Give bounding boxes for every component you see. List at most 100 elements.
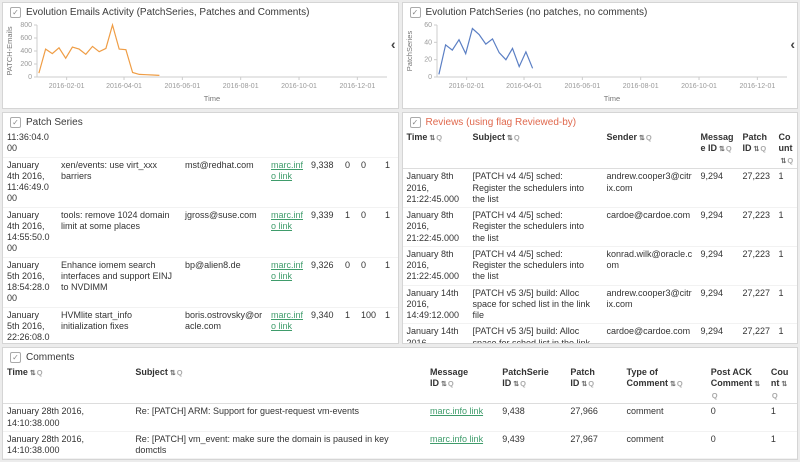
sort-icon[interactable]: ⇅ xyxy=(781,158,787,165)
cell-sender: bp@alien8.de xyxy=(181,257,267,307)
magnifier-icon[interactable]: Q xyxy=(177,368,183,377)
cell-num-a: 0 xyxy=(341,257,357,307)
sort-icon[interactable]: ⇅ xyxy=(719,146,725,153)
cell-patchserie-id: 9,439 xyxy=(498,431,566,459)
panel-comments: ✓ Comments Time⇅QSubject⇅QMessage ID⇅QPa… xyxy=(2,347,798,460)
cell-post-ack-comment: 0 xyxy=(707,459,767,460)
column-label: Post ACK Comment xyxy=(711,367,753,388)
marc-info-link[interactable]: marc.info link xyxy=(271,210,303,231)
cell-message-id xyxy=(267,130,307,157)
table-row: January 8th 2016, 21:22:45.000[PATCH v4 … xyxy=(403,208,798,247)
emails-activity-chart[interactable]: 02004006008002016-02-012016-04-012016-06… xyxy=(3,20,395,105)
sort-icon[interactable]: ⇅ xyxy=(781,381,787,388)
magnifier-icon[interactable]: Q xyxy=(712,391,718,400)
sort-icon[interactable]: ⇅ xyxy=(507,135,513,142)
table-row: January 14th 2016, 14:49:12.000[PATCH v5… xyxy=(403,324,798,344)
magnifier-icon[interactable]: Q xyxy=(520,379,526,388)
sort-icon[interactable]: ⇅ xyxy=(513,381,519,388)
marc-info-link[interactable]: marc.info link xyxy=(271,160,303,181)
marc-info-link[interactable]: marc.info link xyxy=(430,406,483,416)
sort-icon[interactable]: ⇅ xyxy=(754,146,760,153)
column-header-time[interactable]: Time⇅Q xyxy=(3,365,131,404)
marc-info-link[interactable]: marc.info link xyxy=(271,310,303,331)
table-row: January 4th 2016, 11:46:49.000xen/events… xyxy=(3,157,398,207)
column-header-sender[interactable]: Sender⇅Q xyxy=(603,130,697,169)
magnifier-icon[interactable]: Q xyxy=(726,144,732,153)
cell-subject: [PATCH v4 4/5] sched: Register the sched… xyxy=(469,208,603,247)
cell-count: 1 xyxy=(775,246,798,285)
check-icon: ✓ xyxy=(410,7,421,18)
svg-text:2016-06-01: 2016-06-01 xyxy=(164,83,200,90)
column-header-time[interactable]: Time⇅Q xyxy=(403,130,469,169)
magnifier-icon[interactable]: Q xyxy=(37,368,43,377)
table-header-row: Time⇅QSubject⇅QSender⇅QMessage ID⇅QPatch… xyxy=(403,130,798,169)
magnifier-icon[interactable]: Q xyxy=(514,133,520,142)
top-row: ✓ Evolution Emails Activity (PatchSeries… xyxy=(2,2,798,109)
svg-text:400: 400 xyxy=(20,48,32,55)
column-header-count[interactable]: Count⇅Q xyxy=(767,365,797,404)
column-header-patch-id[interactable]: Patch ID⇅Q xyxy=(566,365,622,404)
svg-text:2016-08-01: 2016-08-01 xyxy=(622,83,658,90)
sort-icon[interactable]: ⇅ xyxy=(429,135,435,142)
column-label: Subject xyxy=(473,132,506,142)
cell-count: 1 xyxy=(381,207,398,257)
cell-count: 1 xyxy=(767,431,797,459)
magnifier-icon[interactable]: Q xyxy=(436,133,442,142)
cell-count: 1 xyxy=(775,208,798,247)
magnifier-icon[interactable]: Q xyxy=(646,133,652,142)
sort-icon[interactable]: ⇅ xyxy=(639,135,645,142)
cell-time: January 5th 2016, 18:54:28.000 xyxy=(3,257,57,307)
table-row: January 4th 2016, 14:55:50.000tools: rem… xyxy=(3,207,398,257)
table-row: 11:36:04.000 xyxy=(3,130,398,157)
svg-text:800: 800 xyxy=(20,22,32,29)
sort-icon[interactable]: ⇅ xyxy=(170,370,176,377)
magnifier-icon[interactable]: Q xyxy=(448,379,454,388)
column-header-message-id[interactable]: Message ID⇅Q xyxy=(426,365,498,404)
marc-info-link[interactable]: marc.info link xyxy=(271,260,303,281)
check-icon: ✓ xyxy=(10,7,21,18)
panel-reviews: ✓ Reviews (using flag Reviewed-by) Time⇅… xyxy=(402,112,799,344)
column-header-patchserie-id[interactable]: PatchSerie ID⇅Q xyxy=(498,365,566,404)
sort-icon[interactable]: ⇅ xyxy=(441,381,447,388)
panel-title-comments: Comments xyxy=(26,352,74,363)
check-icon: ✓ xyxy=(10,117,21,128)
cell-time: January 8th 2016, 21:22:45.000 xyxy=(403,208,469,247)
svg-text:2016-04-01: 2016-04-01 xyxy=(506,83,542,90)
column-header-patch-id[interactable]: Patch ID⇅Q xyxy=(739,130,775,169)
patchseries-evolution-chart[interactable]: 02040602016-02-012016-04-012016-06-01201… xyxy=(403,20,795,105)
column-header-message-id[interactable]: Message ID⇅Q xyxy=(697,130,739,169)
magnifier-icon[interactable]: Q xyxy=(787,156,793,165)
collapse-chevron-icon[interactable]: ‹ xyxy=(391,39,396,49)
column-label: Sender xyxy=(607,132,638,142)
cell-sender: cardoe@cardoe.com xyxy=(603,208,697,247)
column-header-subject[interactable]: Subject⇅Q xyxy=(469,130,603,169)
marc-info-link[interactable]: marc.info link xyxy=(430,434,483,444)
magnifier-icon[interactable]: Q xyxy=(588,379,594,388)
cell-time: January 14th 2016, 14:49:12.000 xyxy=(403,324,469,344)
cell-patch-id: 27,967 xyxy=(566,431,622,459)
magnifier-icon[interactable]: Q xyxy=(772,391,778,400)
panel-patch-series: ✓ Patch Series 11:36:04.000January 4th 2… xyxy=(2,112,399,344)
sort-icon[interactable]: ⇅ xyxy=(30,370,36,377)
column-header-count[interactable]: Count⇅Q xyxy=(775,130,798,169)
cell-patchserie-id: 9,326 xyxy=(307,257,341,307)
sort-icon[interactable]: ⇅ xyxy=(754,381,760,388)
magnifier-icon[interactable]: Q xyxy=(760,144,766,153)
sort-icon[interactable]: ⇅ xyxy=(581,381,587,388)
collapse-chevron-icon[interactable]: ‹ xyxy=(790,39,795,49)
sort-icon[interactable]: ⇅ xyxy=(670,381,676,388)
svg-text:2016-04-01: 2016-04-01 xyxy=(106,83,142,90)
cell-time: February 1st 2016, 16:35:50.000 xyxy=(3,459,131,460)
column-header-type-of-comment[interactable]: Type of Comment⇅Q xyxy=(623,365,707,404)
cell-subject: [PATCH v4 4/5] sched: Register the sched… xyxy=(469,246,603,285)
svg-text:2016-02-01: 2016-02-01 xyxy=(49,83,85,90)
svg-text:20: 20 xyxy=(424,57,432,64)
cell-num-b: 0 xyxy=(357,207,381,257)
cell-num-b xyxy=(357,130,381,157)
column-header-subject[interactable]: Subject⇅Q xyxy=(131,365,426,404)
svg-text:Time: Time xyxy=(603,94,619,103)
column-header-post-ack-comment[interactable]: Post ACK Comment⇅ Q xyxy=(707,365,767,404)
magnifier-icon[interactable]: Q xyxy=(677,379,683,388)
cell-type-of-comment: self-comment xyxy=(623,459,707,460)
cell-message-id: marc.info link xyxy=(267,157,307,207)
